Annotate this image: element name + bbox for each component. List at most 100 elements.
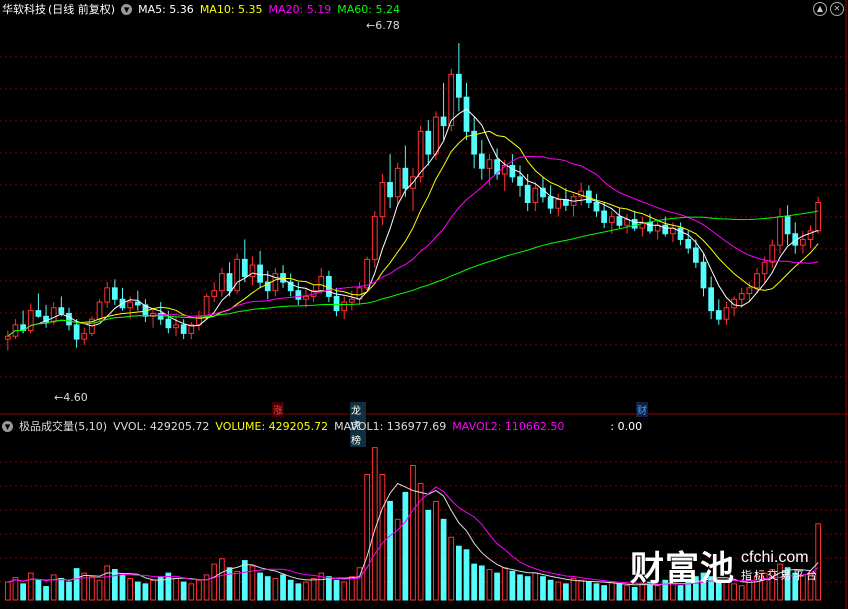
candle-body xyxy=(326,275,332,297)
candle-body xyxy=(387,182,393,198)
volume-bar xyxy=(119,574,126,601)
candle-body xyxy=(165,318,172,329)
volume-bar xyxy=(58,577,65,601)
candle-body xyxy=(517,176,523,186)
volume-header: ▾ 极品成交量(5,10) VVOL: 429205.72 VOLUME: 42… xyxy=(2,418,648,434)
candle-body xyxy=(402,167,409,189)
candle-body xyxy=(448,73,455,127)
volume-bar xyxy=(180,581,187,601)
candle-body xyxy=(333,295,340,312)
candle-body xyxy=(104,287,111,303)
volume-bar xyxy=(348,576,355,601)
candle-body xyxy=(738,293,745,300)
volume-bar xyxy=(486,569,493,601)
volume-bar xyxy=(280,574,286,601)
mavol1-legend: MAVOL1: 136977.69 xyxy=(334,419,447,433)
candle-body xyxy=(433,116,439,155)
volume-bar xyxy=(303,581,309,601)
candle-body xyxy=(754,273,760,289)
volume-bar xyxy=(310,577,317,601)
volume-bar xyxy=(448,536,455,601)
candle-body xyxy=(295,290,302,300)
volume-bar xyxy=(264,576,271,601)
volume-bar xyxy=(410,465,416,601)
finance-marker[interactable]: 财 xyxy=(636,402,648,417)
candle-body xyxy=(318,275,325,292)
volume-bar xyxy=(287,579,294,601)
volume-bar xyxy=(150,579,156,601)
ma60-line xyxy=(7,210,819,337)
candle-body xyxy=(455,73,462,98)
candle-body xyxy=(81,332,88,340)
volume-bar xyxy=(547,579,554,601)
candle-body xyxy=(203,295,210,317)
candle-body xyxy=(777,216,783,246)
candle-body xyxy=(241,258,248,277)
volume-bar xyxy=(219,558,225,601)
candle-body xyxy=(66,312,72,326)
candle-body xyxy=(180,324,187,334)
volume-bar xyxy=(540,576,546,601)
volume-bar xyxy=(379,474,386,601)
limit-up-marker[interactable]: 涨 xyxy=(272,402,284,417)
volume-bar xyxy=(585,581,592,601)
candle-body xyxy=(708,287,715,312)
candle-body xyxy=(784,216,791,235)
candle-body xyxy=(50,307,57,323)
volume-bar xyxy=(66,581,72,601)
volume-bar xyxy=(196,579,202,601)
volume-bar xyxy=(142,583,149,601)
candle-body xyxy=(800,238,806,246)
candle-body xyxy=(463,96,470,132)
watermark-tagline: 指标交易平台 xyxy=(741,568,819,582)
candle-body xyxy=(35,310,42,317)
volume-bar xyxy=(81,572,88,601)
volume-bar xyxy=(463,549,470,601)
volume-bar xyxy=(555,581,562,601)
candle-body xyxy=(134,301,141,306)
candle-body xyxy=(127,301,134,309)
volume-bar xyxy=(4,581,11,601)
high-price-label: ←6.78 xyxy=(366,19,400,32)
candle-body xyxy=(815,201,822,232)
volume-bar xyxy=(364,474,371,601)
volume-indicator-name[interactable]: 极品成交量(5,10) xyxy=(19,418,107,434)
volume-bar xyxy=(532,572,539,601)
volume-bar xyxy=(433,500,439,601)
volume-bar xyxy=(402,491,409,601)
candle-body xyxy=(364,258,371,289)
watermark-brand: 财富池 xyxy=(630,549,735,589)
volume-bar xyxy=(241,560,248,601)
candle-body xyxy=(58,307,65,314)
candle-body xyxy=(547,196,554,209)
volume-bar xyxy=(341,581,348,601)
candle-body xyxy=(272,273,279,292)
volume-bar xyxy=(50,574,57,601)
vvol-legend: VVOL: 429205.72 xyxy=(113,419,210,433)
volume-bar xyxy=(89,576,95,601)
candle-body xyxy=(715,310,722,320)
candle-body xyxy=(478,153,485,169)
volume-bar xyxy=(203,574,210,601)
volume-bar xyxy=(272,577,279,601)
volume-bar xyxy=(624,585,630,601)
candle-body xyxy=(555,199,562,209)
low-price-label: ←4.60 xyxy=(54,391,88,404)
volume-bar xyxy=(27,572,34,601)
volume-bar xyxy=(387,500,393,601)
volume-bar xyxy=(616,583,623,601)
volume-bar xyxy=(173,577,179,601)
volume-bar xyxy=(509,570,516,601)
candle-body xyxy=(425,130,432,155)
candle-body xyxy=(249,264,256,277)
candle-body xyxy=(524,184,531,203)
candle-body xyxy=(486,159,493,169)
candle-body xyxy=(371,216,378,260)
indicator-settings-icon[interactable]: ▾ xyxy=(2,420,13,432)
candle-body xyxy=(27,310,34,332)
volume-bar xyxy=(134,581,141,601)
volume-bar xyxy=(578,579,585,601)
candle-body xyxy=(303,295,309,300)
volume-bar xyxy=(12,577,19,601)
candle-body xyxy=(173,324,179,329)
